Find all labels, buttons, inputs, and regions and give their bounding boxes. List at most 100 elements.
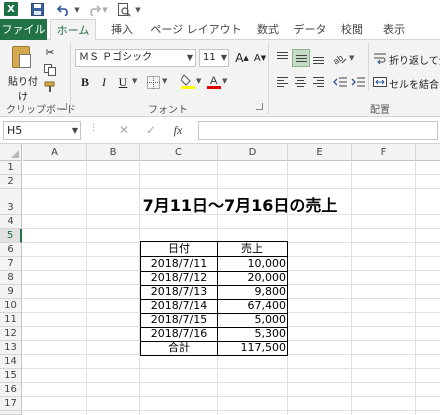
table-cell-date: 2018/7/12 xyxy=(141,271,218,285)
table-total-value: 117,500 xyxy=(240,341,287,354)
row-header-16[interactable]: 16 xyxy=(0,383,22,397)
gridline xyxy=(415,161,416,415)
quick-access-toolbar: X ▼ ▼ ▼ xyxy=(0,0,440,19)
undo-dropdown-icon[interactable]: ▼ xyxy=(73,2,81,17)
tab-view[interactable]: 表示 xyxy=(376,19,412,40)
sheet-title: 7月11日～7月16日の売上 xyxy=(142,196,338,215)
gridline xyxy=(22,368,440,369)
italic-button[interactable]: I xyxy=(96,73,112,91)
row-header-11[interactable]: 11 xyxy=(0,313,22,327)
align-bottom-icon[interactable] xyxy=(310,49,328,67)
row-header-14[interactable]: 14 xyxy=(0,355,22,369)
row-header-8[interactable]: 8 xyxy=(0,271,22,285)
increase-indent-icon[interactable] xyxy=(350,74,366,90)
redo-dropdown-icon[interactable]: ▼ xyxy=(101,2,109,17)
group-divider xyxy=(268,43,269,114)
table-cell-sales: 5,300 xyxy=(254,327,287,340)
align-center-icon[interactable] xyxy=(292,73,310,91)
cut-icon[interactable]: ✂ xyxy=(42,44,58,60)
tab-insert[interactable]: 挿入 xyxy=(104,19,140,40)
formula-bar-grip-icon[interactable]: ⋮ xyxy=(89,123,99,133)
underline-dropdown-icon[interactable]: ▼ xyxy=(132,77,137,85)
paste-button[interactable]: 貼り付け xyxy=(6,44,38,103)
row-header-10[interactable]: 10 xyxy=(0,299,22,313)
column-header-d[interactable]: D xyxy=(218,144,288,161)
select-all-button[interactable] xyxy=(0,144,22,161)
row-header-3[interactable]: 3 xyxy=(0,189,22,215)
table-cell-sales: 10,000 xyxy=(247,257,287,270)
redo-icon[interactable] xyxy=(86,2,102,17)
row-header-5[interactable]: 5 xyxy=(0,229,22,243)
merge-center-icon[interactable] xyxy=(372,74,388,90)
row-header-13[interactable]: 13 xyxy=(0,341,22,355)
fill-color-dropdown-icon[interactable]: ▼ xyxy=(196,77,201,85)
tab-review[interactable]: 校閲 xyxy=(334,19,370,40)
row-header-4[interactable]: 4 xyxy=(0,215,22,229)
column-header-e[interactable]: E xyxy=(288,144,352,161)
column-header-b[interactable]: B xyxy=(87,144,140,161)
row-header-1[interactable]: 1 xyxy=(0,161,22,175)
cancel-entry-icon[interactable]: ✕ xyxy=(116,122,132,139)
borders-icon[interactable] xyxy=(145,74,161,90)
formula-bar: H5 ▼ ⋮ ✕ ✓ fx xyxy=(0,117,440,144)
row-header-2[interactable]: 2 xyxy=(0,175,22,189)
row-header-12[interactable]: 12 xyxy=(0,327,22,341)
orientation-icon[interactable]: ab xyxy=(332,50,348,66)
fill-color-icon[interactable] xyxy=(180,73,196,89)
copy-icon[interactable] xyxy=(42,62,58,78)
wrap-text-icon[interactable] xyxy=(372,50,388,66)
column-header-c[interactable]: C xyxy=(140,144,218,161)
font-size-dropdown-icon[interactable]: ▼ xyxy=(219,50,229,66)
align-left-icon[interactable] xyxy=(274,73,292,91)
font-launcher-icon[interactable] xyxy=(256,103,263,110)
font-color-icon[interactable]: A xyxy=(206,73,222,89)
clipboard-launcher-icon[interactable] xyxy=(60,103,67,110)
table-cell-sales: 20,000 xyxy=(247,271,287,284)
svg-text:A: A xyxy=(210,75,218,87)
shrink-font-icon[interactable]: A ▼ xyxy=(252,50,268,66)
font-name-dropdown-icon[interactable]: ▼ xyxy=(185,50,195,66)
row-header-7[interactable]: 7 xyxy=(0,257,22,271)
row-header-6[interactable]: 6 xyxy=(0,243,22,257)
formula-input[interactable] xyxy=(198,121,438,140)
row-header-9[interactable]: 9 xyxy=(0,285,22,299)
format-painter-icon[interactable] xyxy=(42,79,58,95)
underline-button[interactable]: U xyxy=(115,73,131,91)
row-header-18[interactable] xyxy=(0,411,22,415)
borders-dropdown-icon[interactable]: ▼ xyxy=(162,77,167,85)
group-divider xyxy=(368,43,369,91)
align-top-icon[interactable] xyxy=(274,49,292,67)
worksheet-grid[interactable]: A B C D E F 1 2 3 4 5 6 7 8 9 10 11 12 1… xyxy=(0,144,440,415)
column-header-a[interactable]: A xyxy=(23,144,87,161)
font-name-combobox[interactable]: ＭＳ Ｐゴシック xyxy=(75,49,196,67)
grow-font-icon[interactable]: A ▲ xyxy=(234,50,250,66)
insert-function-icon[interactable]: fx xyxy=(170,122,186,139)
tab-file[interactable]: ファイル xyxy=(0,19,47,40)
customize-qat-dropdown-icon[interactable]: ▼ xyxy=(134,2,142,17)
name-box-dropdown-icon[interactable]: ▼ xyxy=(70,122,80,139)
column-header-g[interactable] xyxy=(416,144,440,161)
orientation-dropdown-icon[interactable]: ▼ xyxy=(349,54,354,62)
font-color-dropdown-icon[interactable]: ▼ xyxy=(222,77,227,85)
table-cell-sales: 9,800 xyxy=(254,285,287,298)
align-middle-icon[interactable] xyxy=(292,49,310,67)
tab-home[interactable]: ホーム xyxy=(50,19,96,41)
row-header-15[interactable]: 15 xyxy=(0,369,22,383)
tab-data[interactable]: データ xyxy=(292,19,328,40)
row-header-17[interactable]: 17 xyxy=(0,397,22,411)
align-right-icon[interactable] xyxy=(310,73,328,91)
undo-icon[interactable] xyxy=(55,2,73,17)
merge-center-label[interactable]: セルを結合し xyxy=(389,76,440,91)
table-header-date: 日付 xyxy=(141,242,218,256)
print-preview-icon[interactable] xyxy=(115,2,133,17)
tab-page-layout[interactable]: ページ レイアウト xyxy=(146,19,246,40)
bold-button[interactable]: B xyxy=(77,73,93,91)
tab-formulas[interactable]: 数式 xyxy=(250,19,286,40)
confirm-entry-icon[interactable]: ✓ xyxy=(143,122,159,139)
decrease-indent-icon[interactable] xyxy=(332,74,348,90)
column-header-f[interactable]: F xyxy=(352,144,416,161)
wrap-text-label[interactable]: 折り返して全 xyxy=(389,52,440,67)
save-icon[interactable] xyxy=(30,2,44,17)
table-total-label: 合計 xyxy=(141,341,218,355)
gridline xyxy=(22,410,440,411)
